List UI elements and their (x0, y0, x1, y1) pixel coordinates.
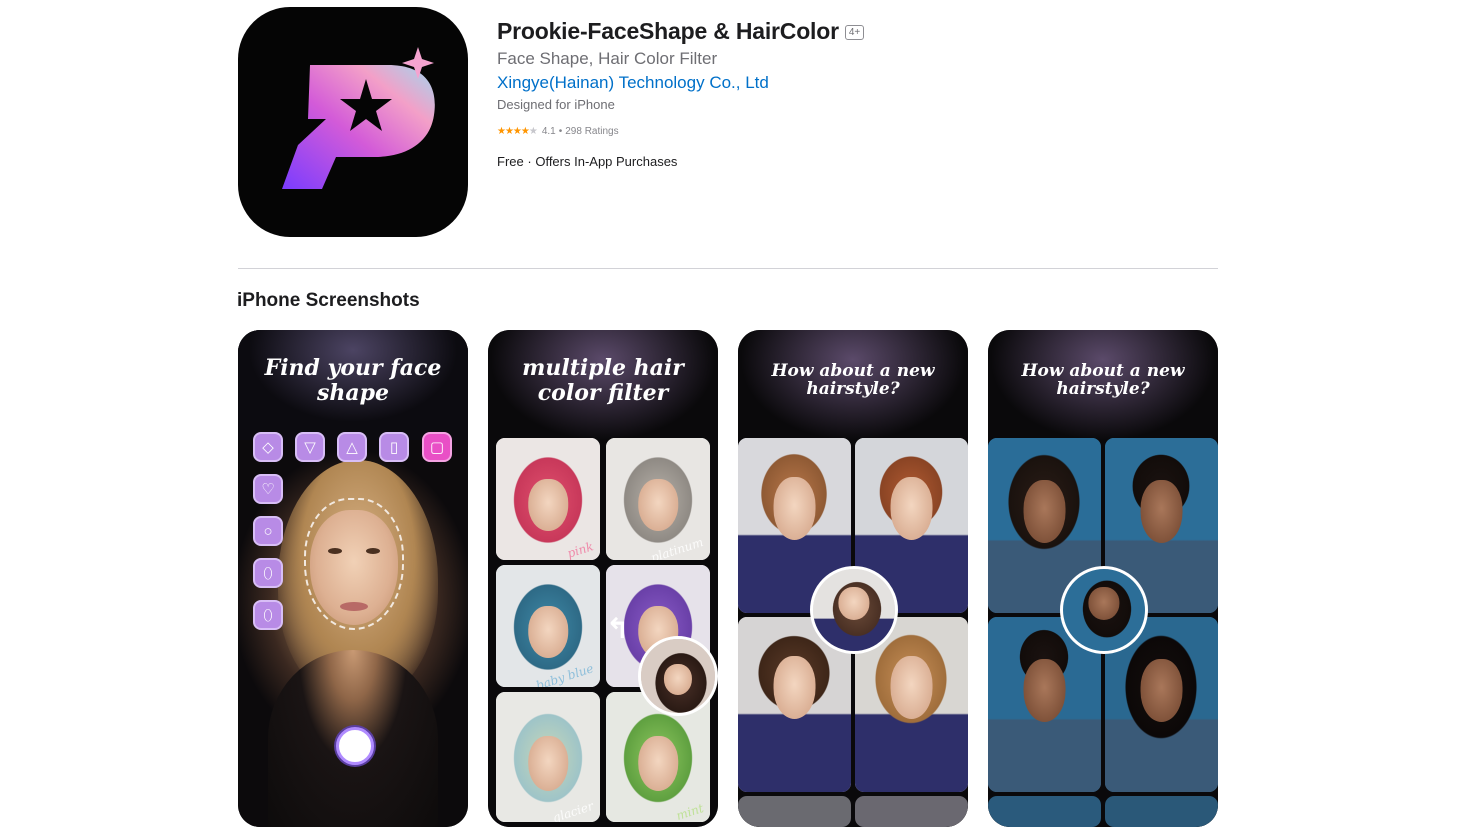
hairstyle-tile[interactable] (855, 796, 968, 827)
app-subtitle: Face Shape, Hair Color Filter (497, 49, 718, 68)
title-row: Prookie-FaceShape & HairColor 4+ (497, 16, 1197, 46)
price-separator: · (527, 154, 532, 169)
age-rating-badge: 4+ (844, 25, 865, 40)
portrait-face (890, 655, 933, 719)
price-row: Free · Offers In-App Purchases (497, 154, 1197, 170)
caption-line-2: hairstyle? (806, 379, 900, 399)
rating-separator: • (558, 126, 563, 137)
app-info: Prookie-FaceShape & HairColor 4+ Face Sh… (497, 16, 1197, 170)
portrait-face (1023, 659, 1066, 722)
hair-color-tile[interactable]: glacier (496, 692, 600, 822)
screenshot-caption: How about a new hairstyle? (988, 362, 1218, 398)
portrait-face (638, 736, 678, 791)
star-rating-icon: ★★★★★ (497, 126, 538, 138)
caption-line-1: How about a new (1021, 361, 1185, 381)
portrait-face (1023, 480, 1066, 543)
portrait-face (773, 655, 816, 719)
heart-icon[interactable]: ♡ (253, 474, 283, 504)
section-title: iPhone Screenshots (237, 290, 420, 311)
caption-line-1: How about a new (771, 361, 935, 381)
circle-icon[interactable]: ○ (253, 516, 283, 546)
hair-color-tile[interactable]: baby blue (496, 565, 600, 687)
prookie-logo-icon (282, 47, 435, 189)
section-divider (238, 268, 1218, 269)
caption-line-1: Find your face (264, 355, 442, 381)
portrait-face (890, 476, 933, 540)
hair-color-tile[interactable]: platinum (606, 438, 710, 560)
filled-stars: ★★★★ (497, 126, 530, 137)
rating-value: 4.1 (541, 126, 556, 137)
diamond-icon[interactable]: ◇ (253, 432, 283, 462)
developer-link[interactable]: Xingye(Hainan) Technology Co., Ltd (497, 72, 769, 94)
caption-line-2: color filter (537, 380, 669, 406)
original-photo-inset (1060, 566, 1148, 654)
designed-for: Designed for iPhone (497, 97, 615, 112)
portrait-face (1140, 480, 1183, 543)
hairstyle-tile[interactable] (988, 796, 1101, 827)
face-outline-overlay (304, 498, 404, 630)
portrait-face (663, 664, 693, 696)
shutter-button[interactable] (336, 727, 374, 765)
app-title: Prookie-FaceShape & HairColor (497, 17, 839, 44)
portrait-face (773, 476, 816, 540)
portrait-face (528, 479, 568, 531)
original-photo-inset (810, 566, 898, 654)
portrait-face (528, 736, 568, 791)
portrait-face (1088, 587, 1120, 620)
portrait-face (838, 587, 870, 620)
portrait-face (1140, 659, 1183, 722)
screenshot-1[interactable]: Find your face shape ◇ ▽ △ ▯ ▢ ♡ ○ ⬯ ⬯ (238, 330, 468, 827)
caption-line-1: multiple hair (522, 355, 684, 381)
in-app-purchases: Offers In-App Purchases (535, 154, 678, 169)
portrait-face (528, 606, 568, 658)
screenshot-2[interactable]: multiple hair color filter pink platinum… (488, 330, 718, 827)
original-photo-inset (638, 636, 718, 716)
hair-color-tile[interactable]: pink (496, 438, 600, 560)
portrait-face (638, 479, 678, 531)
rating-count: 298 Ratings (565, 126, 619, 137)
square-icon[interactable]: ▢ (422, 432, 452, 462)
rating-row: ★★★★★ 4.1 • 298 Ratings (497, 126, 1197, 138)
hairstyle-tile[interactable] (738, 796, 851, 827)
app-icon (238, 7, 468, 237)
screenshot-4[interactable]: How about a new hairstyle? (988, 330, 1218, 827)
oval-icon[interactable]: ⬯ (253, 558, 283, 588)
screenshot-caption: How about a new hairstyle? (738, 362, 968, 398)
caption-line-2: shape (316, 380, 389, 406)
screenshot-3[interactable]: How about a new hairstyle? (738, 330, 968, 827)
screenshot-gallery[interactable]: Find your face shape ◇ ▽ △ ▯ ▢ ♡ ○ ⬯ ⬯ m… (238, 330, 1218, 827)
caption-line-2: hairstyle? (1056, 379, 1150, 399)
curved-arrow-icon: ↰ (606, 613, 630, 644)
oblong-icon[interactable]: ⬯ (253, 600, 283, 630)
partial-star: ★ (528, 126, 538, 137)
screenshot-caption: Find your face shape (238, 356, 468, 406)
screenshot-caption: multiple hair color filter (488, 356, 718, 406)
rectangle-icon[interactable]: ▯ (379, 432, 409, 462)
triangle-down-icon[interactable]: ▽ (295, 432, 325, 462)
triangle-up-icon[interactable]: △ (337, 432, 367, 462)
hairstyle-tile[interactable] (1105, 796, 1218, 827)
price: Free (497, 154, 524, 169)
